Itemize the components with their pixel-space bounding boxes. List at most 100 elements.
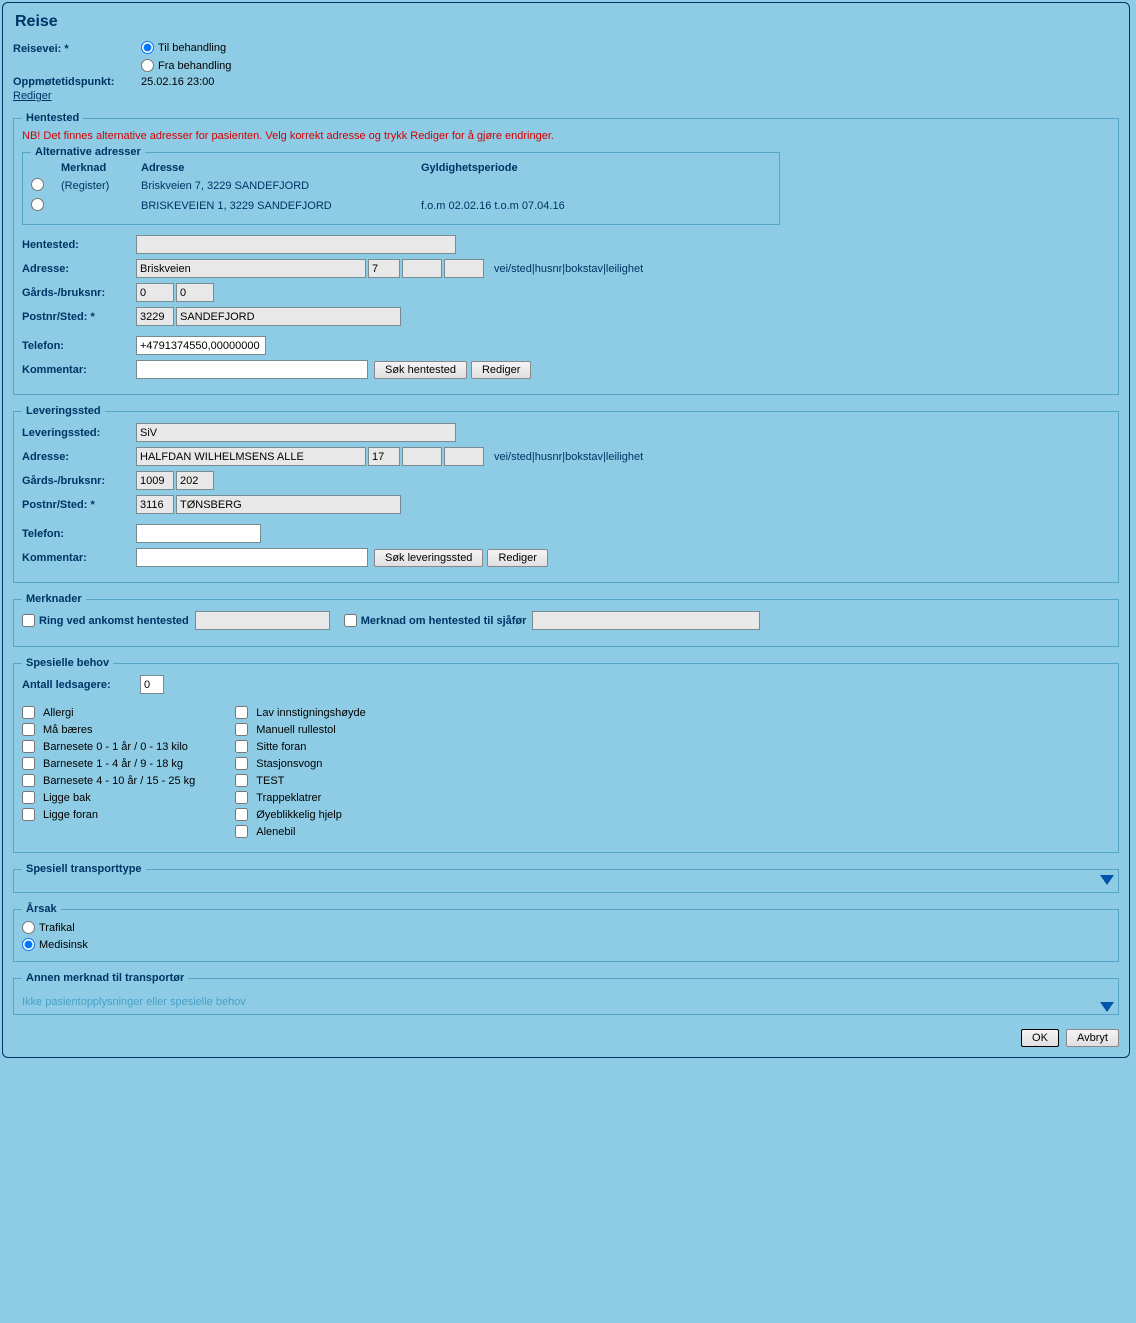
reisevei-to-radio[interactable] [141, 41, 154, 54]
rediger-lever-button[interactable]: Rediger [487, 549, 548, 567]
need-checkbox[interactable] [22, 706, 35, 719]
need-label: Stasjonsvogn [256, 758, 322, 770]
lever-tel-label: Telefon: [22, 528, 136, 540]
lever-apt-input[interactable] [444, 447, 484, 466]
lever-bnr-input[interactable] [176, 471, 214, 490]
oppmote-value: 25.02.16 23:00 [141, 76, 214, 88]
arsak-medisinsk-label: Medisinsk [39, 939, 88, 951]
need-label: Barnesete 0 - 1 år / 0 - 13 kilo [43, 741, 188, 753]
tel-label: Telefon: [22, 340, 136, 352]
avbryt-button[interactable]: Avbryt [1066, 1029, 1119, 1047]
need-checkbox[interactable] [22, 774, 35, 787]
need-checkbox[interactable] [22, 808, 35, 821]
arsak-medisinsk-radio[interactable] [22, 938, 35, 951]
apt-input[interactable] [444, 259, 484, 278]
hentested-fieldset: Hentested NB! Det finnes alternative adr… [13, 112, 1119, 395]
need-checkbox[interactable] [22, 723, 35, 736]
alt-addr-valid-1: f.o.m 02.02.16 t.o.m 07.04.16 [421, 200, 661, 212]
need-label: Manuell rullestol [256, 724, 335, 736]
hentested-warning: NB! Det finnes alternative adresser for … [22, 130, 1110, 142]
addr-header-addr: Adresse [141, 162, 421, 174]
gnr-input[interactable] [136, 283, 174, 302]
need-label: Ligge foran [43, 809, 98, 821]
need-checkbox[interactable] [235, 774, 248, 787]
ring-input[interactable] [195, 611, 330, 630]
ring-checkbox[interactable] [22, 614, 35, 627]
lever-kommentar-label: Kommentar: [22, 552, 136, 564]
gnr-label: Gårds-/bruksnr: [22, 287, 136, 299]
need-label: Ligge bak [43, 792, 91, 804]
alt-addr-addr-1: BRISKEVEIEN 1, 3229 SANDEFJORD [141, 200, 421, 212]
chevron-down-icon-2[interactable] [1100, 1002, 1114, 1012]
hentested-field-label: Hentested: [22, 239, 136, 251]
need-checkbox[interactable] [235, 706, 248, 719]
merk-checkbox[interactable] [344, 614, 357, 627]
need-checkbox[interactable] [235, 740, 248, 753]
need-label: Barnesete 4 - 10 år / 15 - 25 kg [43, 775, 195, 787]
need-checkbox[interactable] [235, 825, 248, 838]
sted-input[interactable] [176, 307, 401, 326]
alt-addr-radio-1[interactable] [31, 198, 44, 211]
alt-addr-addr-0: Briskveien 7, 3229 SANDEFJORD [141, 180, 421, 192]
chevron-down-icon[interactable] [1100, 875, 1114, 885]
addr-hint: vei/sted|husnr|bokstav|leilighet [494, 263, 643, 275]
lever-input[interactable] [136, 423, 456, 442]
lever-kommentar-input[interactable] [136, 548, 368, 567]
need-checkbox[interactable] [235, 723, 248, 736]
merknader-legend: Merknader [22, 593, 86, 605]
needs-col-2: Lav innstigningshøydeManuell rullestolSi… [235, 706, 365, 842]
lever-letter-input[interactable] [402, 447, 442, 466]
lever-gnr-label: Gårds-/bruksnr: [22, 475, 136, 487]
rediger-link[interactable]: Rediger [13, 90, 52, 102]
lever-gnr-input[interactable] [136, 471, 174, 490]
antall-label: Antall ledsagere: [22, 679, 140, 691]
transporttype-fieldset: Spesiell transporttype [13, 863, 1119, 893]
need-label: TEST [256, 775, 284, 787]
reisevei-from-radio[interactable] [141, 59, 154, 72]
ok-button[interactable]: OK [1021, 1029, 1059, 1047]
need-checkbox[interactable] [22, 757, 35, 770]
need-checkbox[interactable] [22, 791, 35, 804]
postnr-input[interactable] [136, 307, 174, 326]
lever-addr-label: Adresse: [22, 451, 136, 463]
need-checkbox[interactable] [235, 791, 248, 804]
need-checkbox[interactable] [22, 740, 35, 753]
need-checkbox[interactable] [235, 808, 248, 821]
leveringssted-fieldset: Leveringssted Leveringssted: Adresse: ve… [13, 405, 1119, 583]
need-label: Må bæres [43, 724, 93, 736]
letter-input[interactable] [402, 259, 442, 278]
annen-fieldset: Annen merknad til transportør Ikke pasie… [13, 972, 1119, 1015]
annen-note: Ikke pasientopplysninger eller spesielle… [22, 996, 1110, 1008]
lever-post-label: Postnr/Sted: * [22, 499, 136, 511]
lever-sted-input[interactable] [176, 495, 401, 514]
antall-input[interactable] [140, 675, 164, 694]
arsak-legend: Årsak [22, 903, 61, 915]
post-label: Postnr/Sted: * [22, 311, 136, 323]
kommentar-input[interactable] [136, 360, 368, 379]
merknader-fieldset: Merknader Ring ved ankomst hentested Mer… [13, 593, 1119, 647]
hentested-input[interactable] [136, 235, 456, 254]
merk-input[interactable] [532, 611, 760, 630]
housenr-input[interactable] [368, 259, 400, 278]
arsak-trafikal-label: Trafikal [39, 922, 75, 934]
merk-label: Merknad om hentested til sjåfør [361, 615, 527, 627]
arsak-trafikal-radio[interactable] [22, 921, 35, 934]
rediger-hentested-button[interactable]: Rediger [471, 361, 532, 379]
lever-postnr-input[interactable] [136, 495, 174, 514]
lever-addr-hint: vei/sted|husnr|bokstav|leilighet [494, 451, 643, 463]
alt-addr-radio-0[interactable] [31, 178, 44, 191]
lever-street-input[interactable] [136, 447, 366, 466]
street-input[interactable] [136, 259, 366, 278]
lever-housenr-input[interactable] [368, 447, 400, 466]
need-label: Alenebil [256, 826, 295, 838]
need-checkbox[interactable] [235, 757, 248, 770]
bnr-input[interactable] [176, 283, 214, 302]
adresse-label: Adresse: [22, 263, 136, 275]
tel-input[interactable] [136, 336, 266, 355]
need-label: Allergi [43, 707, 74, 719]
sok-lever-button[interactable]: Søk leveringssted [374, 549, 483, 567]
ring-label: Ring ved ankomst hentested [39, 615, 189, 627]
spesielle-legend: Spesielle behov [22, 657, 113, 669]
lever-tel-input[interactable] [136, 524, 261, 543]
sok-hentested-button[interactable]: Søk hentested [374, 361, 467, 379]
